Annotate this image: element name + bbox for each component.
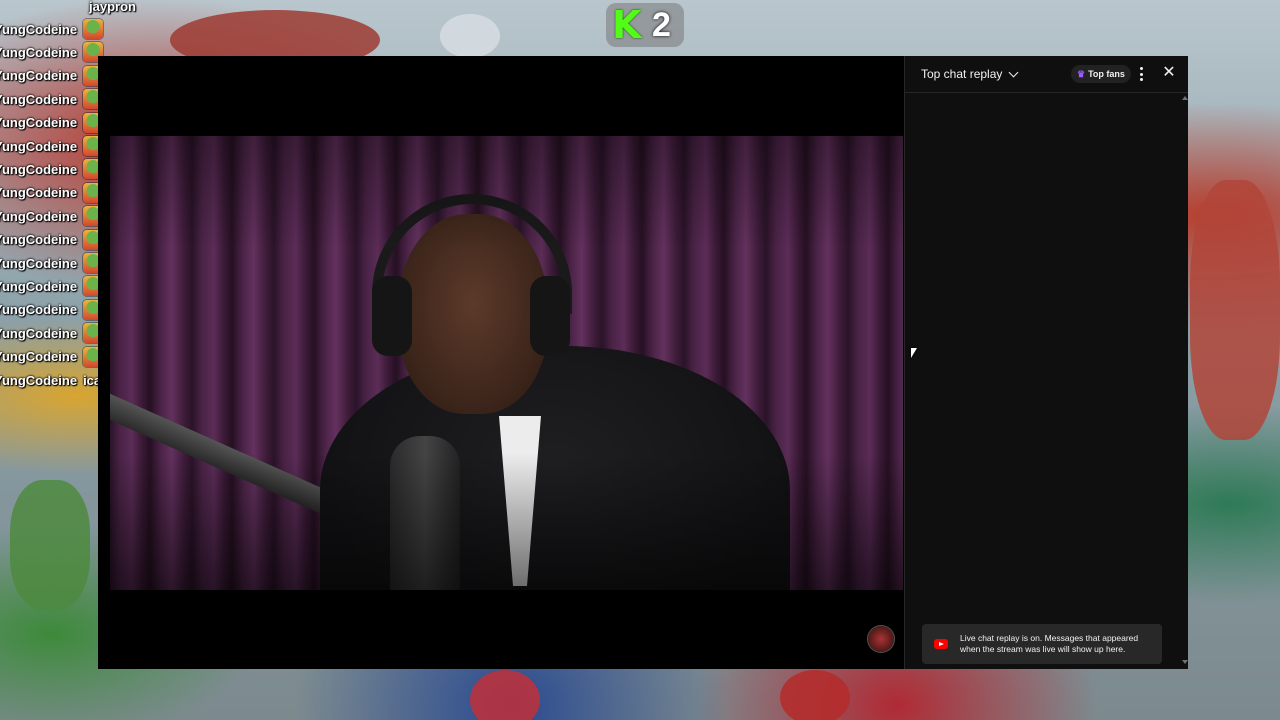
overlay-chat-user: YungCodeine [0,302,78,318]
overlay-chat-line: YungCodeine [0,89,104,110]
comic-background-figure [470,670,540,720]
overlay-chat-line: YungCodeine [0,323,104,344]
overlay-chat-line: YungCodeine [0,19,104,39]
overlay-chat-line: YungCodeine [0,346,104,367]
comic-background-figure [10,480,90,610]
viewer-counter: K 2 [606,3,684,47]
overlay-chat-user: YungCodeine [0,68,78,84]
top-fans-label: Top fans [1088,69,1125,79]
crown-icon: ♛ [1077,68,1086,79]
notice-text: Live chat replay is on. Messages that ap… [960,633,1139,654]
kick-k-icon: K [612,3,642,47]
overlay-chat-line: YungCodeine [0,182,104,203]
overlay-chat-line: YungCodeine [0,299,104,320]
pepe-emote-icon [83,19,104,39]
overlay-chat-user: YungCodeine [0,232,78,248]
overlay-chat-user: YungCodeine [0,91,78,107]
scroll-up-arrow-icon[interactable] [1182,96,1188,100]
overlay-chat-line: YungCodeine [0,112,104,133]
overlay-chat-line: YungCodeine [0,206,104,227]
close-icon[interactable]: ✕ [1161,65,1177,81]
overlay-chat-user: YungCodeine [0,372,78,388]
overlay-chat-user: YungCodeine [0,325,78,341]
overlay-chat-user: YungCodeine [0,138,78,154]
overlay-chat-user: YungCodeine [0,278,78,294]
youtube-icon [934,639,948,649]
overlay-chat-line: YungCodeine [0,229,104,250]
scroll-down-arrow-icon[interactable] [1182,660,1188,664]
chat-title: Top chat replay [921,67,1003,81]
overlay-chat-user: YungCodeine [0,115,78,131]
chat-panel: Top chat replay ♛ Top fans ✕ Live chat r… [904,56,1188,669]
overlay-chat-line: YungCodeine [0,253,104,273]
top-fans-button[interactable]: ♛ Top fans [1071,65,1131,83]
overlay-chat-user: YungCodeine [0,255,78,271]
chat-replay-notice: Live chat replay is on. Messages that ap… [922,624,1162,664]
overlay-chat-user: YungCodeine [0,349,78,365]
overlay-chat-user: YungCodeine [0,21,78,37]
counter-value: 2 [652,6,671,44]
overlay-chat-user: YungCodeine [0,44,78,60]
comic-background-figure [440,14,500,58]
overlay-chat-line: YungCodeine [0,159,104,180]
chat-header: Top chat replay ♛ Top fans ✕ [905,56,1188,93]
chat-mode-dropdown[interactable]: Top chat replay [921,67,1019,81]
overlay-chat-line: YungCodeine [0,65,104,86]
comic-background-figure [780,670,850,720]
overlay-chat-line: YungCodeine [0,276,104,297]
overlay-chat-line: YungCodeine [0,42,104,63]
chevron-down-icon [1008,67,1019,77]
channel-watermark-icon[interactable] [868,626,894,652]
mouse-cursor-icon [911,348,917,358]
more-options-icon[interactable] [1138,67,1144,81]
overlay-chat-line: YungCodeine [0,136,104,156]
comic-background-figure [1190,180,1280,440]
video-frame[interactable] [110,136,903,590]
overlay-chat-user: YungCodeine [0,185,78,201]
overlay-chat-user: YungCodeine [0,161,78,177]
video-shade [110,136,903,590]
overlay-chat-user: YungCodeine [0,208,78,224]
overlay-chat-username: jaypron [89,0,136,14]
